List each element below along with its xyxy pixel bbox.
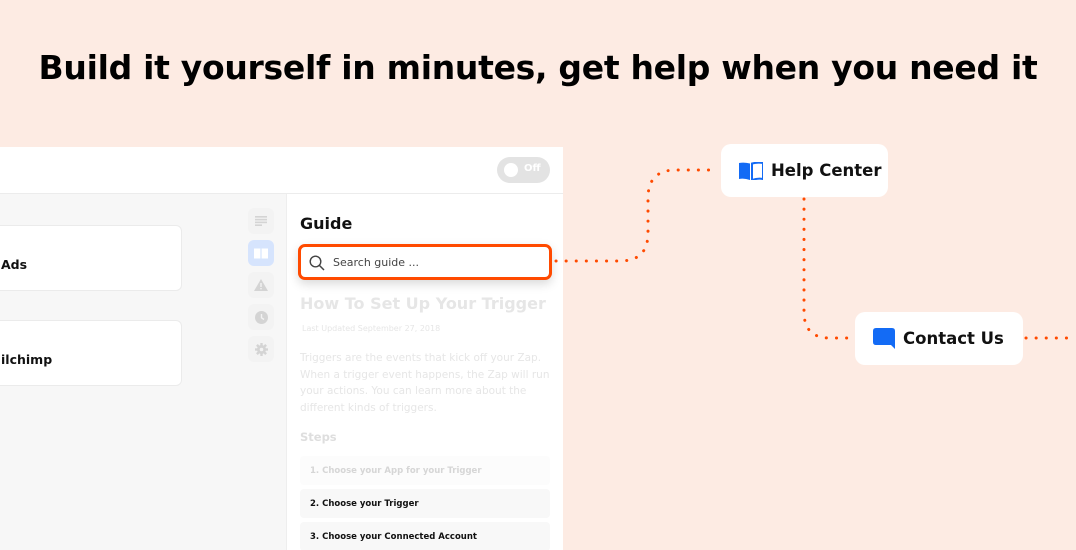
step-app-name: ilchimp <box>1 352 53 367</box>
step-app-name: Ads <box>1 257 28 272</box>
article-title: How To Set Up Your Trigger <box>300 294 546 313</box>
steps-heading: Steps <box>300 430 337 444</box>
book-icon <box>739 161 763 180</box>
step-card[interactable]: Ads <box>0 225 182 291</box>
contact-us-label: Contact Us <box>903 329 1004 348</box>
toggle-label: Off <box>524 163 541 174</box>
guide-step[interactable]: 3. Choose your Connected Account <box>300 522 550 550</box>
help-center-label: Help Center <box>771 161 882 180</box>
connector-help-center-to-contact <box>802 197 854 340</box>
chat-bubble-icon <box>873 327 895 349</box>
rail-history-button[interactable] <box>248 304 274 330</box>
zap-editor-panel: Off Ads ilchimp Guide Search guide ... H… <box>0 147 563 550</box>
headline: Build it yourself in minutes, get help w… <box>38 48 1038 87</box>
rail-outline-button[interactable] <box>248 208 274 234</box>
rail-settings-button[interactable] <box>248 336 274 362</box>
search-guide-input[interactable]: Search guide ... <box>298 244 552 280</box>
book-icon <box>254 248 268 258</box>
clock-icon <box>254 310 268 324</box>
step-card[interactable]: ilchimp <box>0 320 182 386</box>
rail-guide-button[interactable] <box>248 240 274 266</box>
list-icon <box>255 216 267 226</box>
editor-header: Off <box>0 147 563 194</box>
warning-icon <box>254 279 268 291</box>
guide-title: Guide <box>300 214 353 233</box>
search-icon <box>309 255 325 271</box>
article-last-updated: Last Updated September 27, 2018 <box>302 324 441 333</box>
guide-panel: Guide Search guide ... How To Set Up You… <box>288 194 563 550</box>
rail-alerts-button[interactable] <box>248 272 274 298</box>
search-placeholder: Search guide ... <box>333 256 420 269</box>
toggle-knob <box>504 163 518 177</box>
article-body: Triggers are the events that kick off yo… <box>300 352 550 414</box>
guide-step[interactable]: 2. Choose your Trigger <box>300 489 550 518</box>
help-center-button[interactable]: Help Center <box>721 144 888 197</box>
guide-step[interactable]: 1. Choose your App for your Trigger <box>300 456 550 485</box>
contact-us-button[interactable]: Contact Us <box>855 312 1023 365</box>
zap-on-off-toggle[interactable]: Off <box>497 157 550 183</box>
zap-canvas: Ads ilchimp <box>0 194 287 550</box>
connector-search-to-help-center <box>554 168 720 263</box>
gear-icon <box>254 342 268 356</box>
